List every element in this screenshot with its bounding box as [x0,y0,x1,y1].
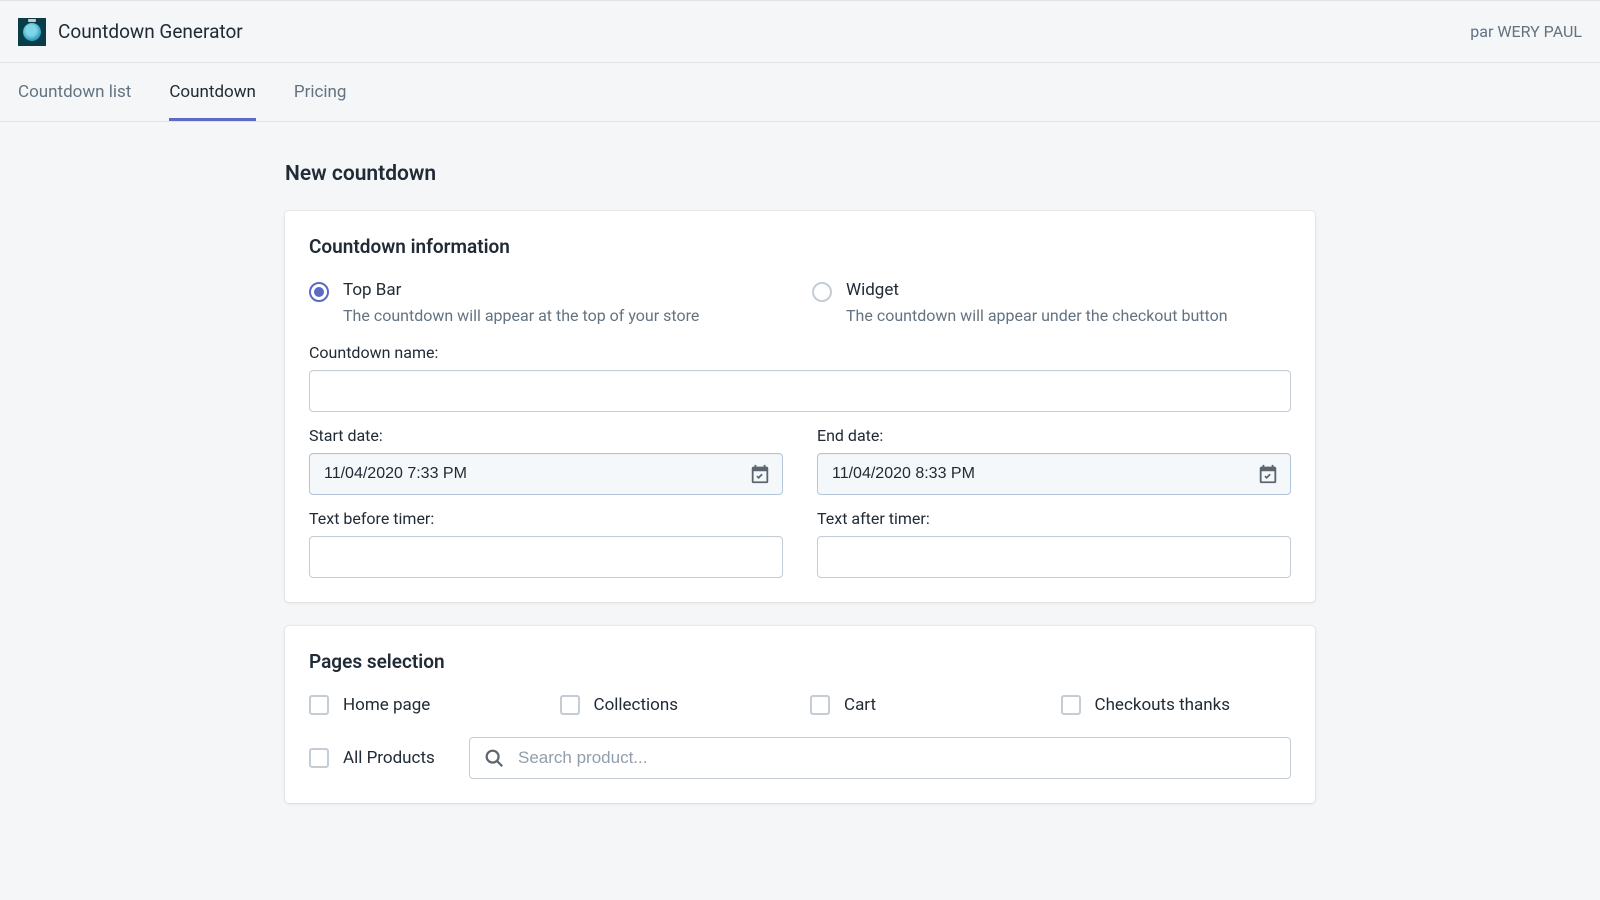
page-title: New countdown [285,162,1315,186]
product-search-wrapper [469,737,1291,779]
end-date-input[interactable] [817,453,1291,495]
tab-label: Pricing [294,82,347,102]
text-after-input[interactable] [817,536,1291,578]
radio-description: The countdown will appear under the chec… [846,306,1291,325]
checkbox-cart[interactable]: Cart [810,695,1041,715]
product-search-input[interactable] [469,737,1291,779]
checkbox-label: Collections [594,695,679,715]
card-countdown-information: Countdown information Top Bar The countd… [285,211,1315,602]
tab-label: Countdown [169,82,256,102]
checkbox-collections[interactable]: Collections [560,695,791,715]
checkbox-label: All Products [343,748,435,768]
page-content: New countdown Countdown information Top … [285,122,1315,867]
end-date-label: End date: [817,426,1291,445]
user-label: par WERY PAUL [1470,22,1582,41]
search-icon [483,747,505,769]
radio-label: Widget [846,280,1291,300]
checkbox-checkouts-thanks[interactable]: Checkouts thanks [1061,695,1292,715]
checkbox-input[interactable] [810,695,830,715]
checkbox-home-page[interactable]: Home page [309,695,540,715]
checkbox-label: Checkouts thanks [1095,695,1231,715]
card-pages-selection: Pages selection Home page Collections Ca… [285,626,1315,803]
radio-option-widget[interactable]: Widget The countdown will appear under t… [812,280,1291,325]
countdown-name-input[interactable] [309,370,1291,412]
checkbox-all-products[interactable]: All Products [309,748,449,768]
app-brand: Countdown Generator [18,18,243,46]
countdown-name-label: Countdown name: [309,343,1291,362]
radio-description: The countdown will appear at the top of … [343,306,788,325]
radio-option-top-bar[interactable]: Top Bar The countdown will appear at the… [309,280,788,325]
radio-button-top-bar[interactable] [309,282,329,302]
pages-checkbox-grid: Home page Collections Cart Checkouts tha… [309,695,1291,715]
tab-countdown-list[interactable]: Countdown list [18,63,131,121]
tab-label: Countdown list [18,82,131,102]
checkbox-input[interactable] [560,695,580,715]
checkbox-input[interactable] [309,748,329,768]
checkbox-input[interactable] [1061,695,1081,715]
radio-button-widget[interactable] [812,282,832,302]
radio-text-group: Widget The countdown will appear under t… [846,280,1291,325]
all-products-row: All Products [309,737,1291,779]
radio-text-group: Top Bar The countdown will appear at the… [343,280,788,325]
app-logo-icon [18,18,46,46]
start-date-input[interactable] [309,453,783,495]
text-before-label: Text before timer: [309,509,783,528]
text-before-input[interactable] [309,536,783,578]
checkbox-label: Cart [844,695,876,715]
radio-label: Top Bar [343,280,788,300]
start-date-label: Start date: [309,426,783,445]
tab-pricing[interactable]: Pricing [294,63,347,121]
display-type-radio-group: Top Bar The countdown will appear at the… [309,280,1291,325]
header-bar: Countdown Generator par WERY PAUL [0,0,1600,63]
tabs-bar: Countdown list Countdown Pricing [0,63,1600,122]
checkbox-input[interactable] [309,695,329,715]
card-title: Countdown information [309,235,1291,258]
tab-countdown[interactable]: Countdown [169,63,256,121]
card-title: Pages selection [309,650,1291,673]
text-after-label: Text after timer: [817,509,1291,528]
checkbox-label: Home page [343,695,430,715]
app-title: Countdown Generator [58,20,243,43]
